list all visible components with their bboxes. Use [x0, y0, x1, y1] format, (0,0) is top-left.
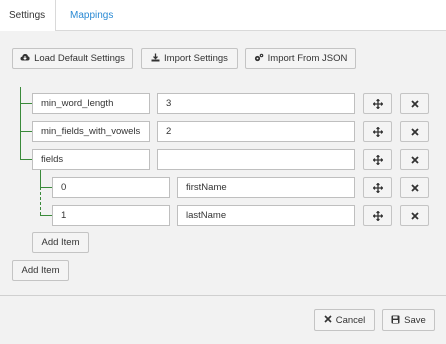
save-button[interactable]: Save — [382, 309, 435, 331]
close-icon — [410, 183, 419, 192]
move-button[interactable] — [363, 93, 392, 114]
floppy-disk-icon — [391, 315, 400, 326]
remove-button[interactable] — [400, 93, 429, 114]
key-field[interactable]: fields — [32, 149, 150, 170]
cloud-download-icon — [20, 53, 30, 64]
tab-settings[interactable]: Settings — [0, 0, 56, 32]
load-default-settings-button[interactable]: Load Default Settings — [12, 48, 133, 69]
cogs-icon — [254, 53, 264, 64]
tree-line — [40, 170, 41, 187]
move-button[interactable] — [363, 177, 392, 198]
close-icon — [324, 315, 332, 325]
import-settings-button[interactable]: Import Settings — [141, 48, 238, 69]
import-from-json-button[interactable]: Import From JSON — [245, 48, 356, 69]
import-from-json-label: Import From JSON — [267, 53, 348, 64]
cancel-label: Cancel — [335, 314, 366, 326]
tree-branch — [40, 187, 52, 188]
add-item-label: Add Item — [41, 237, 80, 248]
move-button[interactable] — [363, 205, 392, 226]
dialog-footer: Cancel Save — [0, 295, 446, 344]
move-arrows-icon — [372, 126, 383, 137]
tree-branch — [20, 131, 32, 132]
key-field[interactable]: min_word_length — [32, 93, 150, 114]
remove-button[interactable] — [400, 177, 429, 198]
tree-branch — [20, 103, 32, 104]
nested-value-field[interactable]: lastName — [177, 205, 355, 226]
settings-panel: Load Default Settings Import Settings Im… — [0, 31, 446, 295]
save-label: Save — [404, 314, 426, 326]
remove-button[interactable] — [400, 149, 429, 170]
tree-branch — [20, 159, 32, 160]
import-settings-label: Import Settings — [164, 53, 228, 64]
move-arrows-icon — [372, 154, 383, 165]
add-item-button[interactable]: Add Item — [12, 260, 69, 281]
add-nested-item-button[interactable]: Add Item — [32, 232, 89, 253]
download-icon — [151, 53, 160, 64]
move-arrows-icon — [372, 98, 383, 109]
move-arrows-icon — [372, 182, 383, 193]
remove-button[interactable] — [400, 121, 429, 142]
move-button[interactable] — [363, 149, 392, 170]
nested-key-field[interactable]: 1 — [52, 205, 170, 226]
load-default-settings-label: Load Default Settings — [34, 53, 125, 64]
cancel-button[interactable]: Cancel — [314, 309, 375, 331]
value-field[interactable]: 3 — [157, 93, 355, 114]
remove-button[interactable] — [400, 205, 429, 226]
move-arrows-icon — [372, 210, 383, 221]
move-button[interactable] — [363, 121, 392, 142]
nested-value-field[interactable]: firstName — [177, 177, 355, 198]
tab-mappings[interactable]: Mappings — [60, 0, 123, 31]
tab-bar: Settings Mappings — [0, 0, 446, 32]
close-icon — [410, 99, 419, 108]
tree-line-dashed — [40, 187, 41, 215]
value-field[interactable] — [157, 149, 355, 170]
close-icon — [410, 211, 419, 220]
key-field[interactable]: min_fields_with_vowels — [32, 121, 150, 142]
add-item-label: Add Item — [21, 265, 60, 276]
close-icon — [410, 127, 419, 136]
tree-branch — [40, 215, 52, 216]
tree-line-dashed — [20, 131, 21, 159]
nested-key-field[interactable]: 0 — [52, 177, 170, 198]
close-icon — [410, 155, 419, 164]
value-field[interactable]: 2 — [157, 121, 355, 142]
